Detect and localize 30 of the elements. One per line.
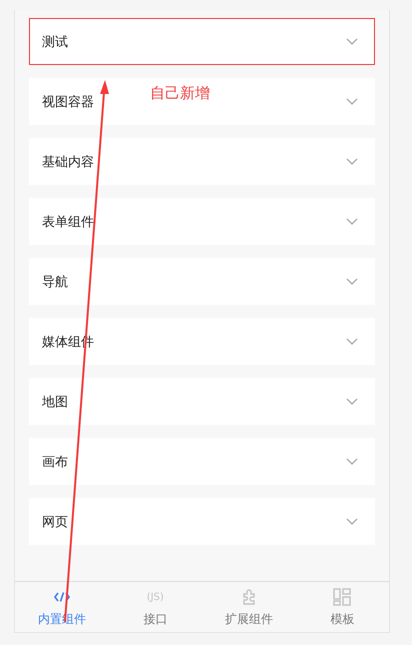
tab[interactable]: 扩展组件	[202, 582, 296, 632]
chevron-icon	[346, 98, 358, 106]
section-title: 地图	[42, 394, 68, 410]
code-icon	[54, 592, 70, 602]
section-title: 视图容器	[42, 94, 94, 110]
chevron-icon	[346, 518, 358, 526]
section-title: 基础内容	[42, 154, 94, 170]
chevron-icon	[346, 278, 358, 286]
accordion-header[interactable]: 测试	[29, 18, 375, 65]
section-title: 网页	[42, 514, 68, 530]
accordion-header[interactable]: 画布	[29, 438, 375, 485]
section-title: 画布	[42, 454, 68, 470]
chevron-icon	[346, 38, 358, 46]
annotation-note: 自己新增	[150, 84, 210, 103]
chevron-icon	[346, 398, 358, 406]
chevron-icon	[346, 338, 358, 346]
grid-icon	[333, 588, 352, 606]
section-title: 测试	[42, 34, 68, 50]
accordion-header[interactable]: 导航	[29, 258, 375, 305]
section-title: 表单组件	[42, 214, 94, 230]
accordion-header[interactable]: 地图	[29, 378, 375, 425]
puzzle-icon	[240, 589, 257, 605]
chevron-icon	[346, 158, 358, 166]
tab[interactable]: 模板	[296, 582, 389, 632]
section-title: 导航	[42, 274, 68, 290]
accordion-header[interactable]: 基础内容	[29, 138, 375, 185]
chevron-icon	[346, 458, 358, 466]
accordion-header[interactable]: 表单组件	[29, 198, 375, 245]
accordion-header[interactable]: 网页	[29, 498, 375, 545]
chevron-icon	[346, 218, 358, 226]
